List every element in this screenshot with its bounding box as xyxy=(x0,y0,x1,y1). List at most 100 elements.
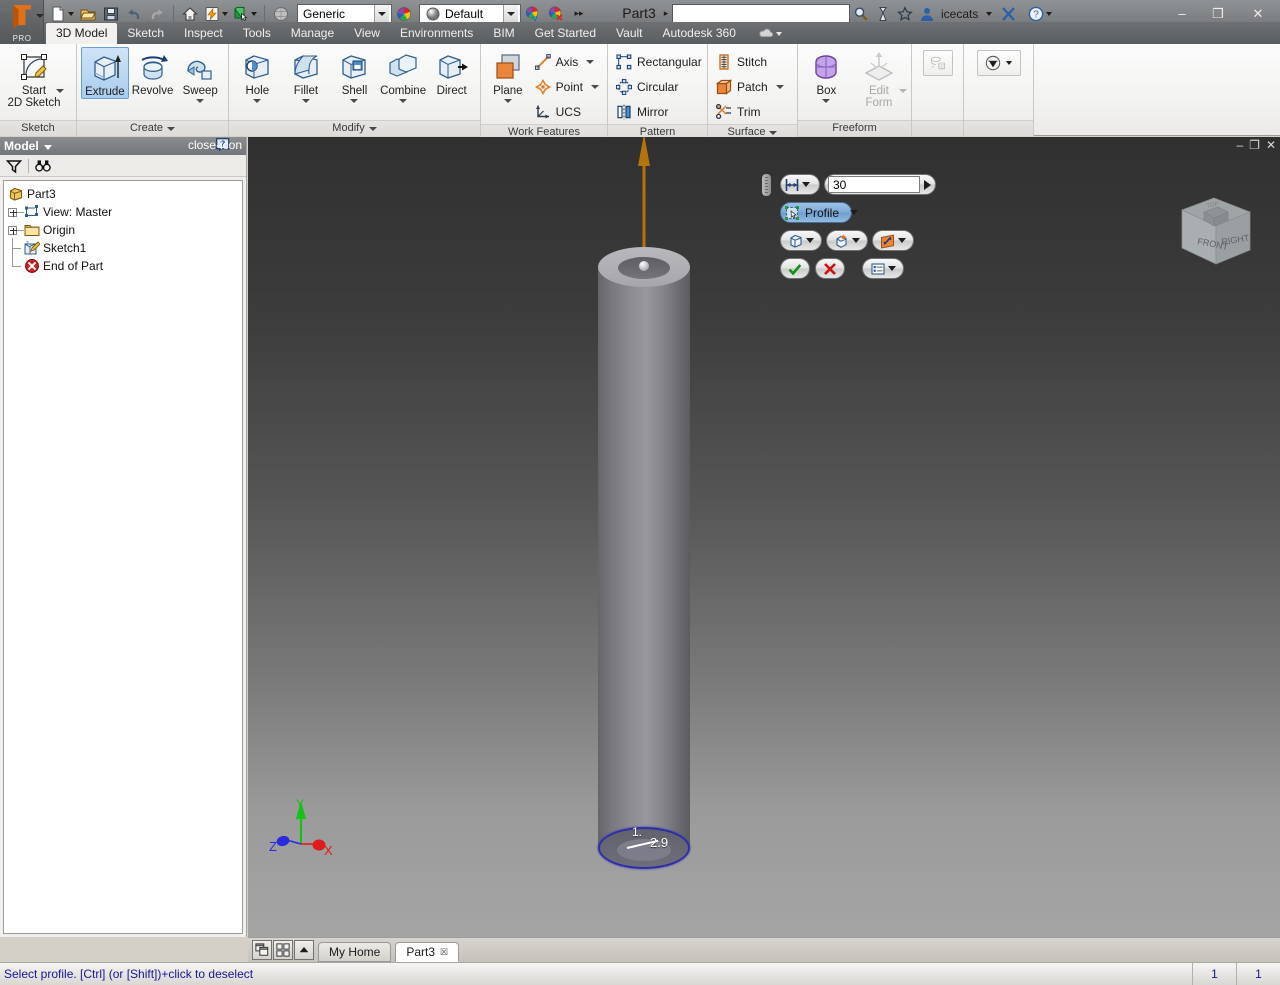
ribbon-tab-environments[interactable]: Environments xyxy=(390,23,483,44)
scroll-up-button[interactable] xyxy=(294,940,314,960)
tile-windows-button[interactable] xyxy=(273,940,293,960)
appearance-combo-arrow[interactable] xyxy=(503,5,518,23)
ribbon-button-rectangular[interactable]: Rectangular xyxy=(612,50,706,74)
ribbon-tab-bim[interactable]: BIM xyxy=(483,23,524,44)
document-tab-close-icon[interactable]: ☒ xyxy=(440,947,448,958)
tree-expand-icon[interactable] xyxy=(8,226,17,235)
ok-button[interactable] xyxy=(780,258,810,279)
ribbon-button-patch[interactable]: Patch xyxy=(712,75,788,99)
ribbon-button-dropdown-caret[interactable] xyxy=(350,99,358,103)
cylinder-side-face[interactable] xyxy=(598,267,690,847)
ribbon-button-dropdown-caret[interactable] xyxy=(302,99,310,103)
ribbon-button-start-2d-sketch[interactable]: Start2D Sketch xyxy=(4,47,64,109)
ribbon-button-dropdown-caret[interactable] xyxy=(586,60,594,64)
cloud-dropdown-button[interactable] xyxy=(746,23,790,44)
appearance-dropdown-button[interactable] xyxy=(977,50,1021,76)
graphics-viewport[interactable]: – ❐ ✕ 1. 2.9 FR xyxy=(248,137,1280,937)
ribbon-button-dropdown-caret[interactable] xyxy=(253,99,261,103)
solid-output-button[interactable] xyxy=(780,230,822,251)
ribbon-button-plane[interactable]: Plane xyxy=(485,47,531,103)
ribbon-button-stitch[interactable]: Stitch xyxy=(712,50,788,74)
distance-value-field-wrap[interactable] xyxy=(824,174,936,195)
ribbon-tab-get-started[interactable]: Get Started xyxy=(525,23,606,44)
viewport-close-button[interactable]: ✕ xyxy=(1266,139,1276,151)
cascade-windows-button[interactable] xyxy=(252,940,272,960)
extrude-origin-handle[interactable] xyxy=(639,261,649,271)
direction-caret[interactable] xyxy=(898,238,906,243)
cloud-dropdown-caret[interactable] xyxy=(776,32,782,36)
distance-extent-caret[interactable] xyxy=(802,182,810,187)
material-combo-arrow[interactable] xyxy=(374,5,389,23)
ribbon-button-point[interactable]: Point xyxy=(531,75,603,99)
search-expand-arrow[interactable]: ▸ xyxy=(660,8,672,19)
select-dropdown-caret[interactable] xyxy=(251,12,257,16)
solid-output-caret[interactable] xyxy=(806,238,814,243)
profile-caret[interactable] xyxy=(850,210,858,215)
tree-expand-icon[interactable] xyxy=(8,208,17,217)
ribbon-button-hole[interactable]: Hole xyxy=(233,47,282,103)
ribbon-button-dropdown-caret[interactable] xyxy=(196,99,204,103)
viewport-minimize-button[interactable]: – xyxy=(1236,139,1243,151)
ribbon-button-dropdown-caret[interactable] xyxy=(899,89,907,93)
material-combo[interactable]: Generic xyxy=(297,4,392,24)
browser-title-caret[interactable] xyxy=(44,145,52,150)
panel-title-sketch[interactable]: Sketch xyxy=(0,120,76,136)
more-options-button[interactable] xyxy=(862,258,904,279)
ribbon-tab-sketch[interactable]: Sketch xyxy=(117,23,174,44)
ribbon-button-sweep[interactable]: Sweep xyxy=(176,47,224,103)
ribbon-button-axis[interactable]: Axis xyxy=(531,50,603,74)
panel-title-caret[interactable] xyxy=(769,131,777,135)
filter-icon[interactable] xyxy=(6,158,22,174)
ribbon-button-fillet[interactable]: Fillet xyxy=(282,47,331,103)
ribbon-button-trim[interactable]: Trim xyxy=(712,100,788,124)
tree-node-end-of-part[interactable]: End of Part xyxy=(8,257,242,275)
panel-title-create[interactable]: Create xyxy=(77,120,228,136)
dimension-label-1[interactable]: 1. xyxy=(632,825,642,839)
ribbon-button-shell[interactable]: Shell xyxy=(330,47,379,103)
viewport-restore-button[interactable]: ❐ xyxy=(1249,139,1260,151)
boolean-operation-button[interactable] xyxy=(826,230,868,251)
document-tab-part3[interactable]: Part3☒ xyxy=(395,942,459,962)
drag-grip[interactable] xyxy=(762,174,771,196)
ribbon-button-circular[interactable]: Circular xyxy=(612,75,706,99)
tree-node-view-master[interactable]: View: Master xyxy=(8,203,242,221)
tree-node-origin[interactable]: Origin xyxy=(8,221,242,239)
distance-extent-dropdown[interactable] xyxy=(780,174,820,195)
ribbon-tab-tools[interactable]: Tools xyxy=(233,23,281,44)
more-options-caret[interactable] xyxy=(888,266,896,271)
new-file-dropdown-caret[interactable] xyxy=(68,12,74,16)
panel-title-modify[interactable]: Modify xyxy=(229,120,480,136)
extrude-direction-arrow-icon[interactable] xyxy=(636,137,652,262)
update-dropdown-caret[interactable] xyxy=(222,12,228,16)
search-input[interactable] xyxy=(672,4,850,23)
appearance-dropdown-caret[interactable] xyxy=(1006,61,1012,65)
app-logo[interactable]: PRO xyxy=(0,0,44,44)
ribbon-tab-inspect[interactable]: Inspect xyxy=(174,23,233,44)
ribbon-button-dropdown-caret[interactable] xyxy=(56,89,64,93)
ribbon-button-dropdown-caret[interactable] xyxy=(399,99,407,103)
cylinder-model[interactable]: 1. 2.9 xyxy=(598,247,690,862)
browser-close-icon[interactable]: close-icon xyxy=(188,139,242,151)
panel-title-caret[interactable] xyxy=(167,127,175,131)
tree-node-sketch1[interactable]: 2Sketch1 xyxy=(8,239,242,257)
boolean-operation-caret[interactable] xyxy=(852,238,860,243)
ribbon-button-combine[interactable]: Combine xyxy=(379,47,428,103)
user-menu-caret[interactable] xyxy=(986,12,992,16)
ribbon-button-direct[interactable]: Direct xyxy=(427,47,476,97)
ribbon-tab-vault[interactable]: Vault xyxy=(606,23,652,44)
cancel-button[interactable] xyxy=(815,258,845,279)
direction-button[interactable] xyxy=(872,230,914,251)
ribbon-button-dropdown-caret[interactable] xyxy=(591,85,599,89)
app-menu-caret[interactable] xyxy=(36,14,44,18)
distance-value-input[interactable] xyxy=(828,176,920,193)
document-tab-my-home[interactable]: My Home xyxy=(318,942,391,962)
panel-title-freeform[interactable]: Freeform xyxy=(798,120,911,136)
panel-title-caret[interactable] xyxy=(369,127,377,131)
find-binoculars-icon[interactable] xyxy=(35,158,51,174)
ribbon-tab-manage[interactable]: Manage xyxy=(281,23,344,44)
ribbon-button-revolve[interactable]: Revolve xyxy=(129,47,177,97)
help-dropdown-caret[interactable] xyxy=(1046,12,1052,16)
ribbon-button-mirror[interactable]: Mirror xyxy=(612,100,706,124)
distance-value-go-button[interactable] xyxy=(922,176,933,193)
ribbon-button-dropdown-caret[interactable] xyxy=(822,99,830,103)
